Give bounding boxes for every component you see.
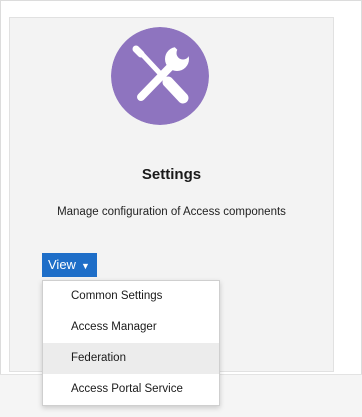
tile-title: Settings: [141, 166, 202, 183]
menu-item-access-portal-service[interactable]: Access Portal Service: [43, 374, 219, 405]
view-button[interactable]: View ▼: [42, 253, 97, 277]
menu-item-access-manager[interactable]: Access Manager: [43, 312, 219, 343]
view-dropdown-menu: Common Settings Access Manager Federatio…: [42, 280, 220, 406]
menu-item-federation[interactable]: Federation: [43, 343, 219, 374]
view-button-label: View: [48, 257, 76, 272]
menu-item-common-settings[interactable]: Common Settings: [43, 281, 219, 312]
chevron-down-icon: ▼: [80, 260, 90, 271]
tile-description: Manage configuration of Access component…: [57, 206, 286, 218]
wrench-screwdriver-icon: [111, 27, 209, 125]
